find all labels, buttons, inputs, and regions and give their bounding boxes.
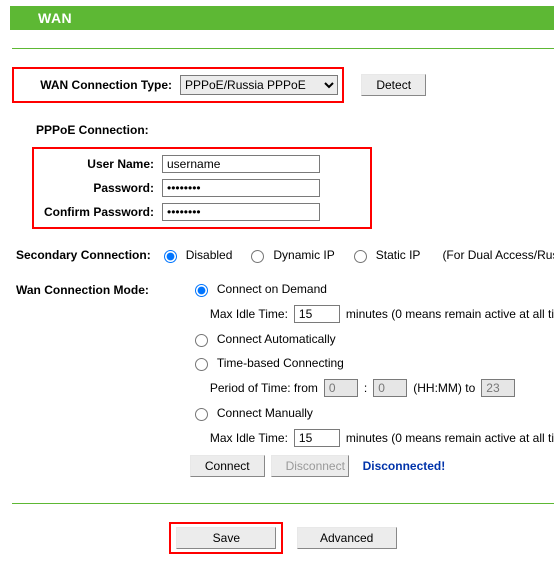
max-idle-input-2[interactable] <box>294 429 340 447</box>
connect-button[interactable]: Connect <box>190 455 265 477</box>
mode-manual[interactable]: Connect Manually <box>190 405 554 421</box>
mode-on-demand[interactable]: Connect on Demand <box>190 281 554 297</box>
wan-type-select[interactable]: PPPoE/Russia PPPoE <box>180 75 338 95</box>
secondary-label: Secondary Connection: <box>12 248 159 262</box>
page-title: WAN <box>38 10 72 26</box>
pppoe-group: User Name: Password: Confirm Password: <box>32 147 372 229</box>
mode-auto[interactable]: Connect Automatically <box>190 331 554 347</box>
page-header: WAN <box>10 6 554 30</box>
idle-row-1: Max Idle Time: minutes (0 means remain a… <box>210 305 554 323</box>
secondary-hint: (For Dual Access/Russia <box>442 248 554 262</box>
secondary-disabled-radio[interactable] <box>164 250 177 263</box>
mode-time-based[interactable]: Time-based Connecting <box>190 355 554 371</box>
period-row: Period of Time: from : (HH:MM) to <box>210 379 554 397</box>
username-label: User Name: <box>34 157 162 171</box>
secondary-static-radio[interactable] <box>354 250 367 263</box>
wan-type-label: WAN Connection Type: <box>18 78 180 92</box>
save-button[interactable]: Save <box>176 527 276 549</box>
save-highlight: Save <box>169 522 283 554</box>
confirm-password-label: Confirm Password: <box>34 205 162 219</box>
secondary-row: Secondary Connection: Disabled Dynamic I… <box>12 247 554 263</box>
mode-time-radio[interactable] <box>195 358 208 371</box>
mode-manual-radio[interactable] <box>195 408 208 421</box>
password-label: Password: <box>34 181 162 195</box>
secondary-disabled[interactable]: Disabled <box>159 247 233 263</box>
idle-row-2: Max Idle Time: minutes (0 means remain a… <box>210 429 554 447</box>
mode-auto-radio[interactable] <box>195 334 208 347</box>
wan-type-group: WAN Connection Type: PPPoE/Russia PPPoE <box>12 67 344 103</box>
period-from-hh <box>324 379 358 397</box>
password-input[interactable] <box>162 179 320 197</box>
period-to-hh <box>481 379 515 397</box>
mode-label: Wan Connection Mode: <box>12 281 190 297</box>
mode-on-demand-radio[interactable] <box>195 284 208 297</box>
footer-buttons: Save Advanced <box>12 522 554 554</box>
connect-row: Connect Disconnect Disconnected! <box>190 455 554 477</box>
divider-top <box>12 48 554 49</box>
divider-bottom <box>12 503 554 504</box>
connection-status: Disconnected! <box>363 459 446 473</box>
max-idle-input-1[interactable] <box>294 305 340 323</box>
mode-options: Connect on Demand Max Idle Time: minutes… <box>190 281 554 485</box>
pppoe-section-title: PPPoE Connection: <box>36 123 554 137</box>
advanced-button[interactable]: Advanced <box>297 527 397 549</box>
secondary-static[interactable]: Static IP <box>349 247 421 263</box>
secondary-dynamic-radio[interactable] <box>251 250 264 263</box>
period-from-mm <box>373 379 407 397</box>
secondary-dynamic[interactable]: Dynamic IP <box>246 247 334 263</box>
confirm-password-input[interactable] <box>162 203 320 221</box>
detect-button[interactable]: Detect <box>361 74 426 96</box>
disconnect-button: Disconnect <box>271 455 349 477</box>
username-input[interactable] <box>162 155 320 173</box>
